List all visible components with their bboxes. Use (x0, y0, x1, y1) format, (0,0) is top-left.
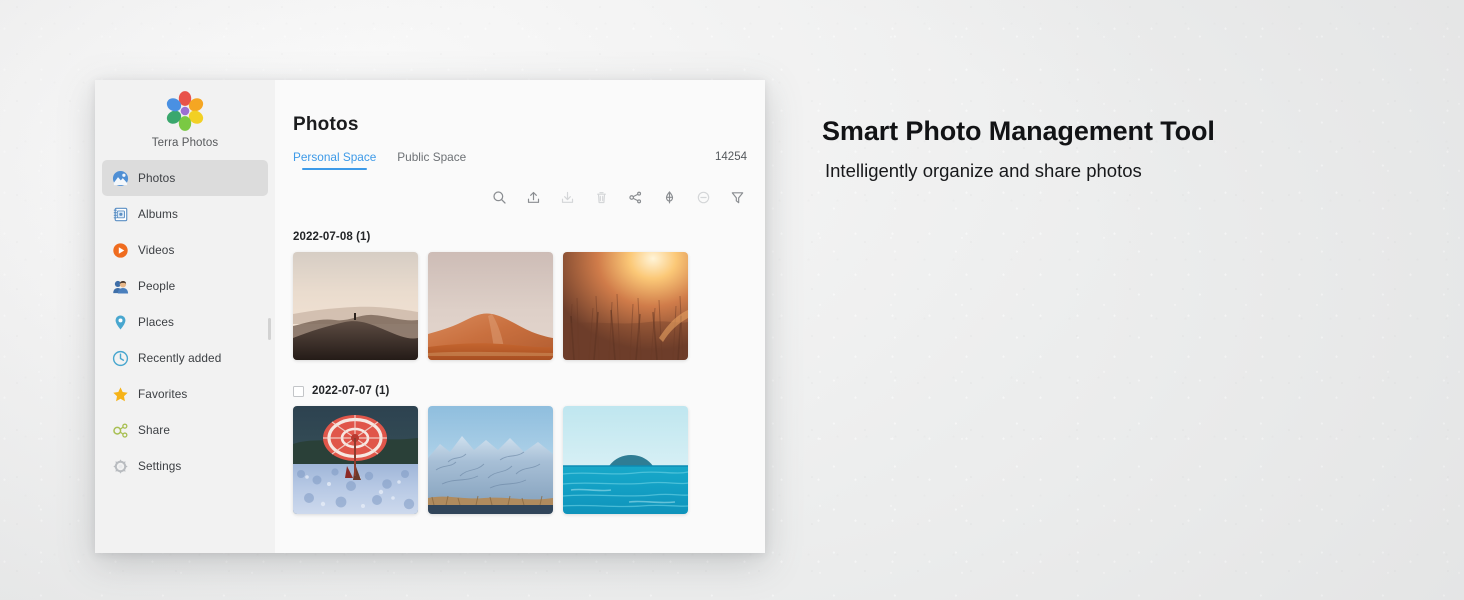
sidebar-item-label: Share (138, 423, 170, 437)
sidebar-item-label: People (138, 279, 176, 293)
tab-label: Public Space (397, 150, 467, 164)
page-title: Photos (293, 114, 359, 135)
sidebar-item-share[interactable]: Share (95, 412, 275, 448)
photo-thumbnail[interactable] (293, 406, 418, 514)
tab-public-space[interactable]: Public Space (397, 150, 466, 169)
sidebar-item-recently-added[interactable]: Recently added (95, 340, 275, 376)
trash-icon (593, 189, 610, 206)
wheat-field-sunset-image (563, 252, 688, 360)
group-date: 2022-07-07 (1) (312, 385, 390, 397)
photos-icon (112, 170, 129, 187)
people-icon (112, 278, 129, 295)
snow-mountain-range-image (428, 406, 553, 514)
sidebar-item-label: Albums (138, 207, 178, 221)
sidebar-item-people[interactable]: People (95, 268, 275, 304)
photo-thumbnail[interactable] (428, 406, 553, 514)
search-icon[interactable] (491, 189, 508, 206)
thumbnail-row (293, 406, 747, 514)
sidebar-item-videos[interactable]: Videos (95, 232, 275, 268)
photo-thumbnail[interactable] (428, 252, 553, 360)
tab-personal-space[interactable]: Personal Space (293, 150, 377, 170)
albums-icon (112, 206, 129, 223)
upload-icon[interactable] (525, 189, 542, 206)
group-select-checkbox[interactable] (293, 385, 304, 397)
share-icon[interactable] (627, 189, 644, 206)
download-icon (559, 189, 576, 206)
star-icon (112, 386, 129, 403)
clock-icon (112, 350, 129, 367)
places-pin-icon (112, 314, 129, 331)
share-nodes-icon (112, 422, 129, 439)
thumbnail-row (293, 252, 747, 360)
brand-name: Terra Photos (151, 137, 219, 149)
videos-icon (112, 242, 129, 259)
sidebar-item-photos[interactable]: Photos (102, 160, 268, 196)
desert-dune-at-dusk-image (293, 252, 418, 360)
sidebar-item-label: Videos (138, 243, 175, 257)
flower-logo-icon (161, 86, 209, 134)
red-parasol-flower-field-image (293, 406, 418, 514)
brand: Terra Photos (95, 80, 275, 149)
sidebar-item-label: Photos (138, 171, 176, 185)
sidebar: Terra Photos Photos Albums Videos People… (95, 80, 275, 553)
tabs: Personal Space Public Space 14254 (293, 150, 747, 170)
sidebar-item-albums[interactable]: Albums (95, 196, 275, 232)
tag-icon[interactable] (661, 189, 678, 206)
app-window: Terra Photos Photos Albums Videos People… (95, 80, 765, 553)
sidebar-item-places[interactable]: Places (95, 304, 275, 340)
main-content: Photos Personal Space Public Space 14254 (275, 80, 765, 553)
photo-group: 2022-07-07 (1) (293, 385, 747, 514)
photo-thumbnail[interactable] (563, 252, 688, 360)
group-date: 2022-07-08 (1) (293, 231, 371, 243)
sidebar-nav: Photos Albums Videos People Places Recen… (95, 160, 275, 484)
photo-thumbnail[interactable] (563, 406, 688, 514)
remove-icon (695, 189, 712, 206)
filter-icon[interactable] (729, 189, 746, 206)
toolbar (293, 189, 747, 206)
sidebar-item-label: Favorites (138, 387, 188, 401)
group-header: 2022-07-08 (1) (293, 231, 747, 243)
promo-title: Smart Photo Management Tool (822, 116, 1215, 146)
photo-group: 2022-07-08 (1) (293, 231, 747, 360)
photo-thumbnail[interactable] (293, 252, 418, 360)
promo-subtitle: Intelligently organize and share photos (825, 160, 1142, 181)
sidebar-item-favorites[interactable]: Favorites (95, 376, 275, 412)
group-header: 2022-07-07 (1) (293, 385, 747, 397)
photo-count: 14254 (715, 151, 747, 163)
sidebar-resize-handle[interactable] (268, 318, 271, 340)
gear-icon (112, 458, 129, 475)
tab-label: Personal Space (293, 150, 377, 164)
orange-sand-dune-image (428, 252, 553, 360)
turquoise-sea-island-image (563, 406, 688, 514)
sidebar-item-label: Places (138, 315, 175, 329)
sidebar-item-label: Settings (138, 459, 182, 473)
sidebar-item-settings[interactable]: Settings (95, 448, 275, 484)
promo-block: Smart Photo Management Tool Intelligentl… (822, 116, 1382, 182)
sidebar-item-label: Recently added (138, 351, 222, 365)
